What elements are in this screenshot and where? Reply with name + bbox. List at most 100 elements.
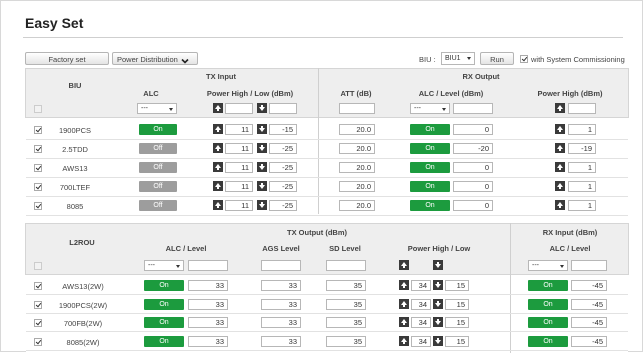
rx-high-input[interactable]: 1	[568, 200, 596, 211]
tx-low-input[interactable]: -25	[269, 143, 297, 154]
biu-rx-level-input[interactable]	[453, 103, 493, 114]
power-high-input[interactable]: 34	[411, 317, 431, 328]
rou-sd-input[interactable]	[326, 260, 366, 271]
biu-tx-high-input[interactable]	[225, 103, 253, 114]
rx-alc-toggle[interactable]: On	[410, 200, 450, 211]
tx-high-input[interactable]: 11	[225, 143, 253, 154]
row-checkbox[interactable]	[34, 183, 42, 191]
tx-low-input[interactable]: -25	[269, 181, 297, 192]
tx-alc-toggle[interactable]: Off	[139, 181, 177, 192]
rx-high-input[interactable]: 1	[568, 124, 596, 135]
rx-level-input[interactable]: 0	[453, 181, 493, 192]
ags-input[interactable]: 33	[261, 317, 301, 328]
power-low-input[interactable]: 15	[445, 298, 469, 310]
tx-level-input[interactable]: 33	[188, 280, 228, 291]
tx-alc-toggle[interactable]: Off	[139, 162, 177, 173]
biu-tx-alc-select[interactable]: ---	[137, 103, 177, 114]
rou-power-header: Power High / Low	[407, 244, 471, 253]
tx-alc-toggle[interactable]: On	[144, 335, 184, 347]
rx-level-input[interactable]: -45	[571, 317, 607, 328]
rx-level-input[interactable]: -45	[571, 298, 607, 310]
power-high-input[interactable]: 34	[411, 280, 431, 291]
rx-alc-toggle[interactable]: On	[410, 124, 450, 135]
power-low-input[interactable]: 15	[445, 317, 469, 328]
tx-alc-toggle[interactable]: On	[144, 317, 184, 328]
rx-alc-toggle[interactable]: On	[410, 162, 450, 173]
sd-input[interactable]: 35	[326, 298, 366, 310]
tx-low-input[interactable]: -15	[269, 124, 297, 135]
rx-high-input[interactable]: 1	[568, 162, 596, 173]
tx-low-input[interactable]: -25	[269, 162, 297, 173]
biu-rx-high-input[interactable]	[568, 103, 596, 114]
sd-input[interactable]: 35	[326, 317, 366, 328]
power-low-input[interactable]: 15	[445, 335, 469, 347]
tx-alc-toggle[interactable]: Off	[139, 143, 177, 154]
row-checkbox[interactable]	[34, 282, 42, 290]
tx-high-input[interactable]: 11	[225, 200, 253, 211]
att-input[interactable]: 20.0	[339, 181, 375, 192]
tx-alc-toggle[interactable]: Off	[139, 200, 177, 211]
rx-alc-toggle[interactable]: On	[410, 181, 450, 192]
ags-input[interactable]: 33	[261, 335, 301, 347]
tx-alc-toggle[interactable]: On	[144, 298, 184, 310]
rx-level-input[interactable]: 0	[453, 200, 493, 211]
tx-level-input[interactable]: 33	[188, 298, 228, 310]
commissioning-checkbox[interactable]	[520, 55, 528, 63]
att-input[interactable]: 20.0	[339, 200, 375, 211]
tx-high-input[interactable]: 11	[225, 124, 253, 135]
att-input[interactable]: 20.0	[339, 124, 375, 135]
ags-input[interactable]: 33	[261, 298, 301, 310]
rx-alc-toggle[interactable]: On	[528, 298, 568, 310]
tx-alc-toggle[interactable]: On	[139, 124, 177, 135]
rou-tx-level-input[interactable]	[188, 260, 228, 271]
row-checkbox[interactable]	[34, 300, 42, 309]
row-checkbox[interactable]	[34, 202, 42, 210]
biu-att-input[interactable]	[339, 103, 375, 114]
rou-select-all-checkbox[interactable]	[34, 262, 42, 270]
row-checkbox[interactable]	[34, 164, 42, 172]
att-input[interactable]: 20.0	[339, 162, 375, 173]
biu-tx-low-input[interactable]	[269, 103, 297, 114]
rx-alc-toggle[interactable]: On	[528, 280, 568, 291]
factory-set-button[interactable]: Factory set	[25, 52, 109, 65]
power-high-input[interactable]: 34	[411, 298, 431, 310]
rou-rx-level-input[interactable]	[571, 260, 607, 271]
ags-input[interactable]: 33	[261, 280, 301, 291]
att-input[interactable]: 20.0	[339, 143, 375, 154]
rou-section-divider	[510, 223, 511, 353]
biu-select-all-checkbox[interactable]	[34, 105, 42, 113]
rx-level-input[interactable]: -45	[571, 335, 607, 347]
tx-level-input[interactable]: 33	[188, 335, 228, 347]
rou-rx-alc-select[interactable]: ---	[528, 260, 568, 271]
rou-tx-alc-select[interactable]: ---	[144, 260, 184, 271]
rx-level-input[interactable]: -45	[571, 280, 607, 291]
tx-high-input[interactable]: 11	[225, 162, 253, 173]
tx-level-input[interactable]: 33	[188, 317, 228, 328]
sd-input[interactable]: 35	[326, 280, 366, 291]
power-low-input[interactable]: 15	[445, 280, 469, 291]
tx-low-input[interactable]: -25	[269, 200, 297, 211]
row-checkbox[interactable]	[34, 145, 42, 153]
biu-rx-alc-select[interactable]: ---	[410, 103, 450, 114]
rou-ags-input[interactable]	[261, 260, 301, 271]
row-checkbox[interactable]	[34, 126, 42, 134]
power-distribution-button[interactable]: Power Distribution	[112, 52, 198, 65]
rx-alc-toggle[interactable]: On	[528, 335, 568, 347]
row-checkbox[interactable]	[34, 337, 42, 346]
rx-level-input[interactable]: 0	[453, 162, 493, 173]
biu-select-value: BIU1	[445, 55, 461, 62]
rx-level-input[interactable]: -20	[453, 143, 493, 154]
rx-alc-toggle[interactable]: On	[528, 317, 568, 328]
tx-alc-toggle[interactable]: On	[144, 280, 184, 291]
row-checkbox[interactable]	[34, 319, 42, 327]
sd-input[interactable]: 35	[326, 335, 366, 347]
rx-high-input[interactable]: 1	[568, 181, 596, 192]
rx-level-input[interactable]: 0	[453, 124, 493, 135]
rx-high-input[interactable]: -19	[568, 143, 596, 154]
rx-alc-toggle[interactable]: On	[410, 143, 450, 154]
biu-select[interactable]: BIU1	[441, 52, 475, 65]
run-button[interactable]: Run	[480, 52, 514, 65]
arrow-up-icon	[399, 260, 409, 270]
power-high-input[interactable]: 34	[411, 335, 431, 347]
tx-high-input[interactable]: 11	[225, 181, 253, 192]
